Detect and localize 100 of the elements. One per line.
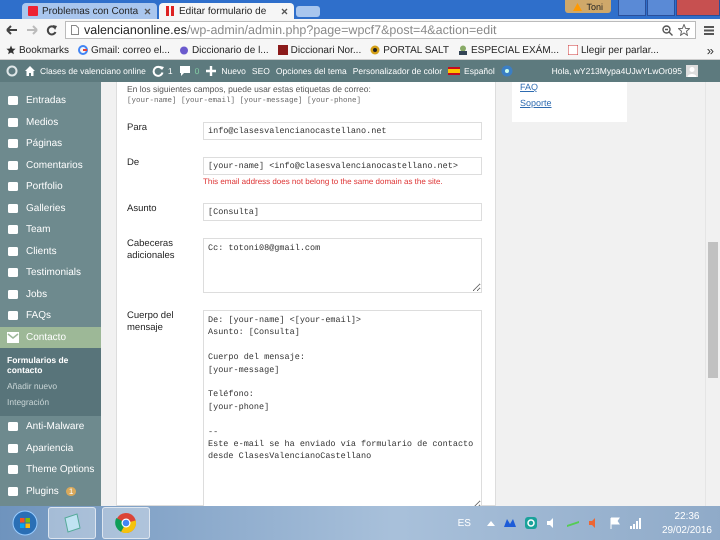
square-icon [7, 224, 19, 236]
taskbar-button[interactable] [102, 507, 150, 539]
zoom-icon [662, 24, 673, 36]
sidebar-item[interactable]: Testimonials [0, 262, 101, 284]
bookmark[interactable]: Diccionario de l... [178, 44, 269, 56]
reload-icon [46, 24, 57, 36]
g-letter-icon [78, 45, 88, 55]
up-arrow-icon [486, 520, 495, 526]
new-tab-button[interactable] [296, 6, 320, 17]
browser-tab[interactable]: Editar formulario de [159, 3, 294, 19]
signal-bars-icon [630, 517, 642, 529]
site-link[interactable]: Clases de valenciano online [24, 65, 146, 77]
sidebar-item[interactable]: Clients [0, 240, 101, 262]
bookmark[interactable]: PORTAL SALT [370, 44, 449, 56]
address-bar[interactable]: valencianonline.es/wp-admin/admin.php?page=wpcf7&post=4&action=edit [65, 21, 696, 39]
maximize-button[interactable] [647, 0, 675, 16]
square-icon [7, 288, 19, 300]
help-link[interactable]: Soporte [520, 98, 619, 108]
admin-menu-link[interactable]: SEO [252, 66, 270, 76]
scrollbar-thumb[interactable] [708, 242, 718, 378]
speech-bubble-icon [178, 65, 191, 77]
square-icon [7, 202, 19, 214]
submenu-item[interactable]: Formularios de contacto [0, 352, 101, 378]
taskbar-button[interactable] [48, 507, 96, 539]
sidebar-item[interactable]: Portfolio [0, 176, 101, 198]
close-button[interactable] [676, 0, 720, 16]
square-icon [7, 310, 19, 322]
sidebar-item[interactable]: Theme Options [0, 459, 101, 480]
square-icon [7, 246, 19, 257]
person-icon [458, 45, 468, 55]
back-arrow-icon [6, 25, 18, 35]
star-icon [678, 24, 690, 36]
bookmark[interactable]: Bookmarks [6, 44, 70, 56]
sidebar-item[interactable]: Plugins 1 [0, 480, 101, 502]
close-icon [281, 8, 288, 14]
chrome-icon [115, 512, 137, 534]
submenu-item[interactable]: Integración [0, 394, 101, 410]
minimize-button[interactable] [618, 0, 646, 16]
bookmark[interactable]: Gmail: correo el... [78, 44, 170, 56]
update-count-badge: 1 [66, 486, 76, 496]
sidebar-item[interactable]: Jobs [0, 284, 101, 305]
menu-icon [704, 25, 714, 35]
warning-icon [573, 2, 582, 10]
star-icon [6, 45, 16, 55]
text-field[interactable]: info@clasesvalencianocastellano.net [203, 122, 482, 140]
text-field[interactable]: [your-name] <info@clasesvalencianocastellano.net> [203, 157, 482, 175]
language-link[interactable]: Español [448, 65, 495, 77]
sidebar-item[interactable]: Team [0, 219, 101, 240]
url-domain: valencianonline.es [84, 23, 187, 37]
admin-menu-link[interactable]: Personalizador de color [352, 66, 442, 76]
sidebar-item[interactable]: Páginas [0, 133, 101, 154]
square-icon [7, 464, 19, 476]
field-label: Asunto [127, 203, 158, 216]
submenu-item[interactable]: Añadir nuevo [0, 378, 101, 394]
w-logo-icon [28, 6, 38, 16]
scrollbar[interactable] [705, 82, 720, 506]
browser-tab[interactable]: Problemas con Conta [22, 3, 157, 19]
close-icon [144, 8, 151, 14]
sidebar-item[interactable]: FAQs [0, 305, 101, 326]
sidebar-item[interactable]: Entradas [0, 90, 101, 112]
forward-arrow-icon [26, 25, 38, 35]
admin-menu-link[interactable]: Opciones del tema [276, 66, 347, 76]
square-icon [278, 45, 288, 55]
field-label: Para [127, 122, 148, 135]
text-field[interactable]: [Consulta] [203, 203, 482, 221]
help-link[interactable]: FAQ [520, 82, 619, 92]
bookmark[interactable]: ESPECIAL EXÁM... [458, 44, 559, 56]
bookmark[interactable]: Diccionari Nor... [278, 44, 362, 56]
windows-orb-icon [12, 510, 38, 536]
home-icon [24, 65, 36, 77]
sidebar-item[interactable]: Medios [0, 112, 101, 133]
url-path: /wp-admin/admin.php?page=wpcf7&post=4&action=edit [186, 23, 496, 37]
clock-date[interactable]: 29/02/2016 [662, 524, 712, 536]
square-icon [7, 181, 19, 192]
more-bookmarks-button[interactable]: » [706, 42, 714, 58]
updates-link[interactable]: 1 [152, 65, 173, 77]
refresh-icon [152, 65, 164, 77]
field-label: De [127, 157, 140, 170]
square-icon [7, 486, 19, 497]
help-icon [500, 65, 513, 77]
clock-time[interactable]: 22:36 [674, 510, 700, 522]
square-icon [7, 160, 19, 171]
sidebar-item[interactable]: Anti-Malware [0, 416, 101, 438]
comments-link[interactable]: 0 [178, 65, 200, 77]
plus-icon [205, 65, 218, 77]
square-icon [7, 267, 19, 278]
square-icon [7, 442, 19, 454]
sidebar-item[interactable]: Galleries [0, 198, 101, 219]
sidebar-item[interactable]: Apariencia [0, 438, 101, 459]
profile-button[interactable]: Toni [565, 0, 611, 13]
avatar-icon [686, 65, 698, 77]
hint-text: En los siguientes campos, puede usar estas etiquetas de correo: [127, 84, 372, 94]
account-link[interactable]: Hola, wY213Mypa4UJwYLwOr095 [552, 65, 698, 77]
text-area[interactable]: Cc: totoni08@gmail.com [203, 238, 482, 293]
error-message: This email address does not belong to the same domain as the site. [203, 177, 444, 186]
circle-icon [178, 45, 189, 55]
new-link[interactable]: Nuevo [205, 65, 246, 77]
square-icon [7, 95, 19, 106]
sidebar-item[interactable]: Comentarios [0, 154, 101, 176]
bookmark[interactable]: Llegir per parlar... [568, 44, 659, 56]
